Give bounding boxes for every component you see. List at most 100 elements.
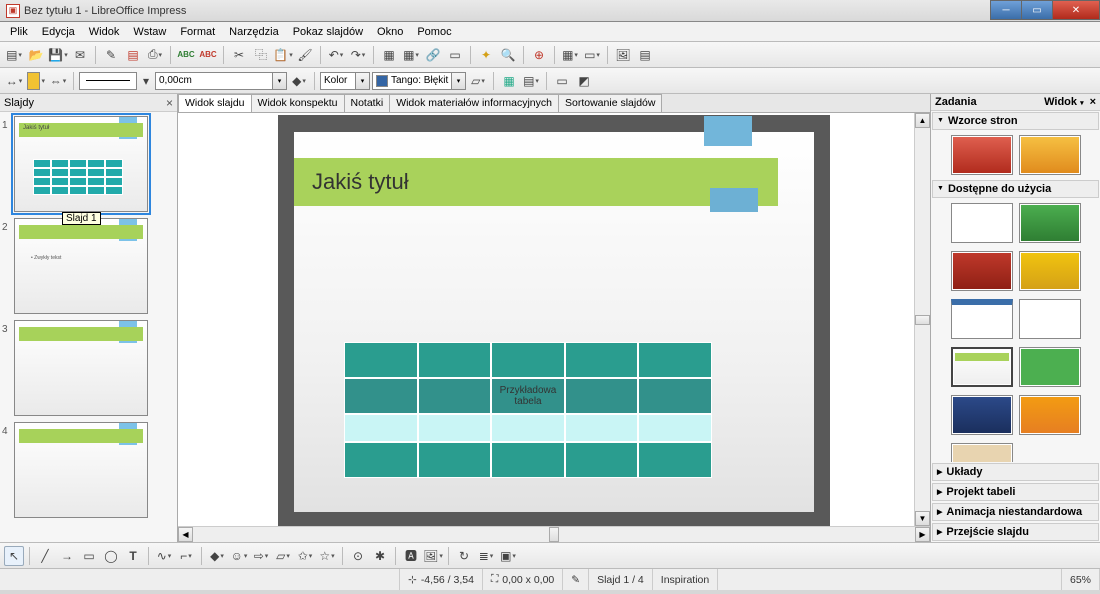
window-minimize-button[interactable]: ─: [990, 0, 1022, 20]
master-thumb-selected[interactable]: [951, 347, 1013, 387]
block-arrows-tool[interactable]: ⇨: [251, 546, 271, 566]
slide-title-placeholder[interactable]: Jakiś tytuł: [294, 158, 778, 206]
rectangle-tool[interactable]: ▭: [79, 546, 99, 566]
master-thumb[interactable]: [1019, 347, 1081, 387]
tab-sorter-view[interactable]: Sortowanie slajdów: [558, 94, 662, 112]
gluepoints-tool[interactable]: ✱: [370, 546, 390, 566]
area-fill-combo[interactable]: Tango: Błękit ni ▾: [372, 72, 466, 90]
menu-window[interactable]: Okno: [371, 24, 409, 40]
menu-slideshow[interactable]: Pokaz slajdów: [287, 24, 369, 40]
slide-table[interactable]: Przykładowa tabela: [344, 342, 712, 478]
scroll-down-button[interactable]: ▼: [915, 511, 930, 526]
section-layouts[interactable]: Układy: [932, 463, 1099, 481]
master-thumb[interactable]: [951, 203, 1013, 243]
status-template[interactable]: Inspiration: [653, 569, 718, 590]
gallery-button[interactable]: 🖼: [613, 45, 633, 65]
rotate-tool[interactable]: ↻: [454, 546, 474, 566]
current-slide[interactable]: Jakiś tytuł Przykładowa tabela: [294, 132, 814, 512]
scroll-left-button[interactable]: ◀: [178, 527, 193, 542]
select-tool[interactable]: ↖: [4, 546, 24, 566]
table-button[interactable]: ▦: [401, 45, 421, 65]
tab-notes-view[interactable]: Notatki: [344, 94, 391, 112]
ellipse-tool[interactable]: ◯: [101, 546, 121, 566]
display-button[interactable]: ▭: [582, 45, 602, 65]
grid-button[interactable]: ▦: [560, 45, 580, 65]
line-style-combo[interactable]: [79, 72, 137, 90]
save-button[interactable]: 💾: [48, 45, 68, 65]
fontwork-tool[interactable]: 🅰: [401, 546, 421, 566]
print-button[interactable]: ⎙: [145, 45, 165, 65]
open-button[interactable]: 📂: [26, 45, 46, 65]
section-transition[interactable]: Przejście slajdu: [932, 523, 1099, 541]
slideshow-button[interactable]: ▭: [445, 45, 465, 65]
window-maximize-button[interactable]: ▭: [1021, 0, 1053, 20]
scroll-thumb[interactable]: [549, 527, 559, 542]
tasks-view-dropdown-icon[interactable]: ▾: [1080, 100, 1085, 107]
new-doc-button[interactable]: ▤: [4, 45, 24, 65]
arrow-tool[interactable]: →: [57, 546, 77, 566]
master-thumb[interactable]: [951, 251, 1013, 291]
master-thumb[interactable]: [1019, 135, 1081, 175]
scroll-up-button[interactable]: ▲: [915, 113, 930, 128]
arrow-style-button[interactable]: ↔: [4, 71, 24, 91]
horizontal-scrollbar[interactable]: ◀ ▶: [178, 526, 930, 542]
insert-slide-button[interactable]: ▭: [552, 71, 572, 91]
section-table-design[interactable]: Projekt tabeli: [932, 483, 1099, 501]
shadow-button[interactable]: ▱: [468, 71, 488, 91]
slide-layout-button[interactable]: ▦: [499, 71, 519, 91]
help-button[interactable]: ⊕: [529, 45, 549, 65]
menu-edit[interactable]: Edycja: [36, 24, 81, 40]
tab-handout-view[interactable]: Widok materiałów informacyjnych: [389, 94, 559, 112]
dropdown-arrow-icon[interactable]: ▾: [451, 73, 465, 89]
tab-normal-view[interactable]: Widok slajdu: [178, 94, 252, 112]
slide-design-button[interactable]: ▤: [521, 71, 541, 91]
tasks-view-menu[interactable]: Widok: [1044, 96, 1077, 108]
vertical-scrollbar[interactable]: ▲ ▼: [914, 113, 930, 526]
tasks-panel-close-button[interactable]: ×: [1090, 96, 1096, 108]
menu-insert[interactable]: Wstaw: [127, 24, 172, 40]
master-thumb[interactable]: [951, 299, 1013, 339]
area-style-combo[interactable]: Kolor ▾: [320, 72, 370, 90]
paste-button[interactable]: 📋: [273, 45, 293, 65]
basic-shapes-tool[interactable]: ◆: [207, 546, 227, 566]
master-thumb[interactable]: [1019, 299, 1081, 339]
text-tool[interactable]: T: [123, 546, 143, 566]
menu-file[interactable]: Plik: [4, 24, 34, 40]
cut-button[interactable]: ✂: [229, 45, 249, 65]
slide-thumbnail-2[interactable]: 2 • Zwykły tekst: [2, 218, 175, 314]
symbol-shapes-tool[interactable]: ☺: [229, 546, 249, 566]
slides-panel-close-button[interactable]: ×: [166, 96, 173, 110]
hyperlink-button[interactable]: 🔗: [423, 45, 443, 65]
format-paintbrush-button[interactable]: 🖌: [295, 45, 315, 65]
zoom-button[interactable]: 🔍: [498, 45, 518, 65]
master-thumb[interactable]: [951, 135, 1013, 175]
stars-tool[interactable]: ☆: [317, 546, 337, 566]
from-file-tool[interactable]: 🖼: [423, 546, 443, 566]
edit-button[interactable]: ✎: [101, 45, 121, 65]
menu-view[interactable]: Widok: [83, 24, 126, 40]
points-tool[interactable]: ⊙: [348, 546, 368, 566]
pdf-export-button[interactable]: ▤: [123, 45, 143, 65]
datasources-button[interactable]: ▤: [635, 45, 655, 65]
section-custom-animation[interactable]: Animacja niestandardowa: [932, 503, 1099, 521]
section-available[interactable]: Dostępne do użycia: [932, 180, 1099, 198]
callouts-tool[interactable]: ✩: [295, 546, 315, 566]
table-cell-text[interactable]: Przykładowa tabela: [491, 378, 565, 414]
menu-help[interactable]: Pomoc: [411, 24, 457, 40]
arrange-tool[interactable]: ▣: [498, 546, 518, 566]
dropdown-arrow-icon[interactable]: ▾: [355, 73, 369, 89]
menu-tools[interactable]: Narzędzia: [223, 24, 285, 40]
status-zoom[interactable]: 65%: [1062, 569, 1100, 590]
line-tool[interactable]: ╱: [35, 546, 55, 566]
spellcheck-button[interactable]: ABC: [176, 45, 196, 65]
align-tool[interactable]: ≣: [476, 546, 496, 566]
slide-canvas[interactable]: Jakiś tytuł Przykładowa tabela ▲ ▼: [178, 113, 930, 526]
dropdown-arrow-icon[interactable]: ▾: [272, 73, 286, 89]
scroll-thumb[interactable]: [915, 315, 930, 325]
menu-format[interactable]: Format: [174, 24, 221, 40]
master-thumb[interactable]: [951, 395, 1013, 435]
scroll-right-button[interactable]: ▶: [915, 527, 930, 542]
connector-tool[interactable]: ⌐: [176, 546, 196, 566]
undo-button[interactable]: ↶: [326, 45, 346, 65]
master-thumb[interactable]: [1019, 251, 1081, 291]
